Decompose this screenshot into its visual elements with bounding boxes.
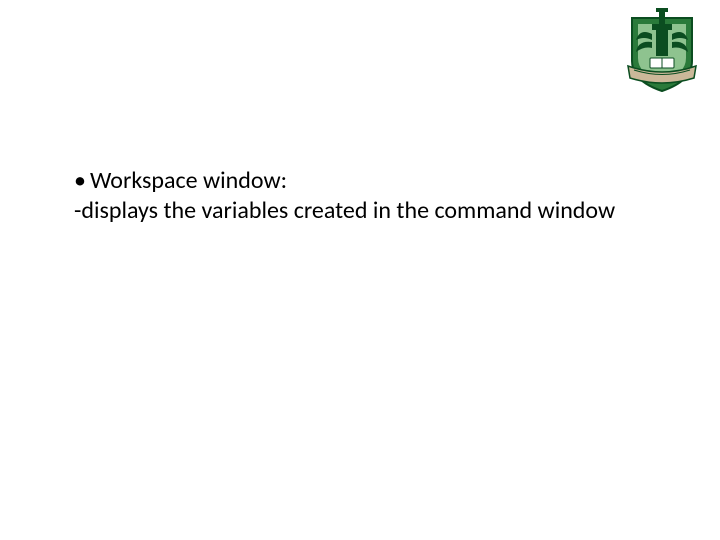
bullet-item: • Workspace window: [74, 166, 634, 196]
slide-body: • Workspace window: -displays the variab… [74, 166, 634, 226]
bullet-mark: • [74, 166, 86, 196]
crest-icon [622, 6, 702, 96]
university-crest-logo [622, 6, 702, 96]
bullet-text: Workspace window: [90, 166, 287, 196]
slide: • Workspace window: -displays the variab… [0, 0, 720, 540]
description-line: -displays the variables created in the c… [74, 196, 634, 226]
